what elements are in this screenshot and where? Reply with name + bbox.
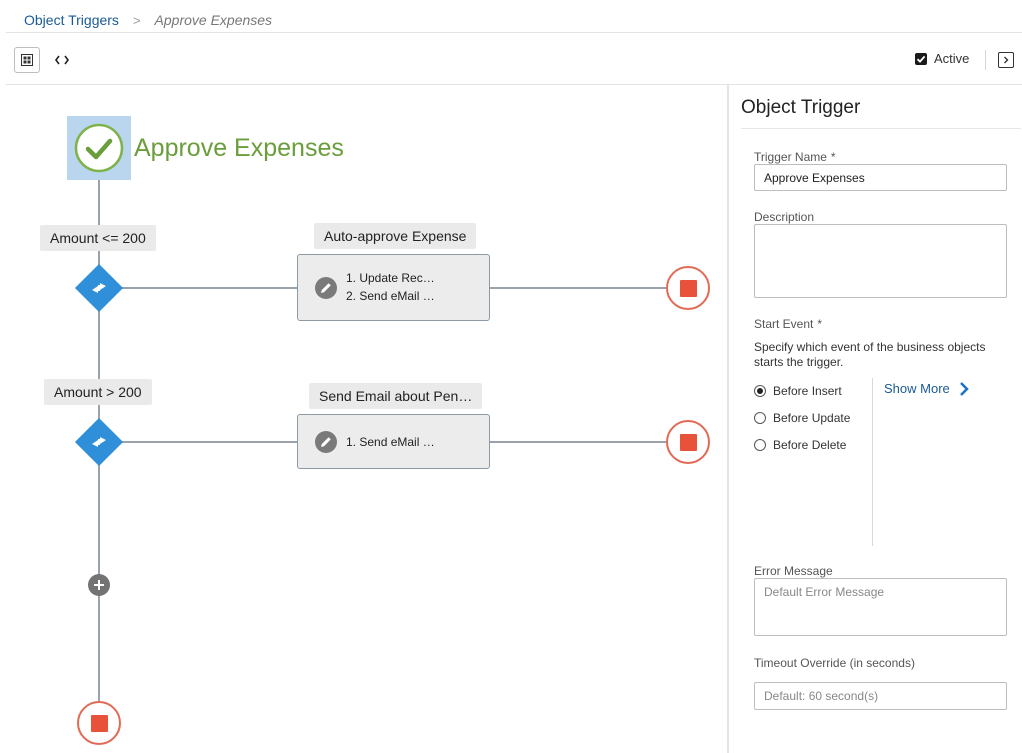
plus-icon [94, 580, 104, 590]
stop-icon [679, 279, 697, 297]
error-message-label: Error Message [754, 564, 833, 578]
diagram-view-button[interactable] [14, 47, 40, 73]
show-more-link[interactable]: Show More [884, 381, 969, 396]
properties-panel: Object Trigger Trigger Name* Description… [727, 85, 1022, 753]
action-title[interactable]: Send Email about Pen… [309, 383, 483, 409]
active-label: Active [934, 51, 970, 66]
stop-icon [679, 433, 697, 451]
start-event-label: Start Event * [754, 317, 822, 331]
error-message-textarea[interactable] [754, 578, 1007, 636]
description-textarea[interactable] [754, 224, 1007, 298]
stop-node[interactable] [666, 420, 710, 464]
grid-view-icon [21, 54, 33, 66]
start-event-hint: Specify which event of the business obje… [754, 340, 986, 369]
radio-checked-icon [754, 385, 766, 397]
timeout-label: Timeout Override (in seconds) [754, 656, 915, 670]
header-divider [6, 32, 1022, 33]
start-event-divider [872, 378, 873, 546]
breadcrumb-object-triggers-link[interactable]: Object Triggers [24, 12, 119, 28]
chevron-right-icon [1004, 56, 1009, 64]
radio-unchecked-icon [754, 412, 766, 424]
add-branch-button[interactable] [88, 574, 110, 596]
active-checkbox[interactable] [915, 52, 927, 65]
end-stop-node[interactable] [77, 701, 121, 745]
radio-before-delete[interactable]: Before Delete [754, 438, 846, 452]
code-view-button[interactable] [50, 47, 74, 73]
start-node[interactable] [67, 116, 131, 180]
radio-before-insert[interactable]: Before Insert [754, 384, 842, 398]
radio-label: Before Delete [773, 438, 847, 452]
radio-unchecked-icon [754, 439, 766, 451]
action-step: 1. Send eMail … [346, 435, 435, 449]
breadcrumb: Object Triggers > Approve Expenses [24, 10, 272, 30]
stop-node[interactable] [666, 266, 710, 310]
edit-pencil-icon [315, 277, 337, 299]
required-mark: * [830, 150, 836, 164]
trigger-name-label-text: Trigger Name [754, 150, 827, 164]
chevron-right-icon [959, 381, 969, 396]
radio-label: Before Update [773, 411, 851, 425]
action-steps: 1. Update Rec… 2. Send eMail … [346, 269, 435, 305]
check-circle-icon [74, 123, 124, 173]
active-toggle: Active [915, 51, 969, 66]
edit-pencil-icon [315, 431, 337, 453]
action-box[interactable]: 1. Update Rec… 2. Send eMail … [297, 254, 490, 321]
description-label: Description [754, 210, 815, 224]
branch-condition-label[interactable]: Amount > 200 [44, 379, 152, 405]
flow-title: Approve Expenses [134, 134, 344, 162]
timeout-input[interactable] [754, 682, 1007, 710]
branch-condition-label[interactable]: Amount <= 200 [40, 225, 156, 251]
trigger-name-input[interactable] [754, 164, 1007, 191]
checkmark-icon [916, 55, 926, 63]
action-box[interactable]: 1. Send eMail … [297, 414, 490, 469]
radio-label: Before Insert [773, 384, 842, 398]
toolbar-divider [985, 50, 986, 70]
breadcrumb-separator: > [132, 12, 141, 28]
panel-title: Object Trigger [741, 97, 861, 118]
show-more-label: Show More [884, 381, 950, 396]
action-step: 2. Send eMail … [346, 289, 435, 303]
toggle-panel-button[interactable] [998, 52, 1014, 68]
panel-divider [741, 128, 1021, 129]
breadcrumb-current: Approve Expenses [154, 12, 273, 28]
action-title[interactable]: Auto-approve Expense [314, 223, 477, 249]
flow-canvas: Approve Expenses Amount <= 200 Auto-appr… [0, 85, 727, 753]
branch-icon [92, 437, 106, 447]
trigger-name-label: Trigger Name * [754, 150, 836, 164]
start-event-label-text: Start Event [754, 317, 814, 331]
required-mark: * [817, 317, 823, 331]
radio-before-update[interactable]: Before Update [754, 411, 850, 425]
branch-icon [92, 283, 106, 293]
stop-icon [90, 714, 108, 732]
action-step: 1. Update Rec… [346, 271, 435, 285]
code-icon [55, 55, 69, 65]
action-steps: 1. Send eMail … [346, 433, 435, 451]
